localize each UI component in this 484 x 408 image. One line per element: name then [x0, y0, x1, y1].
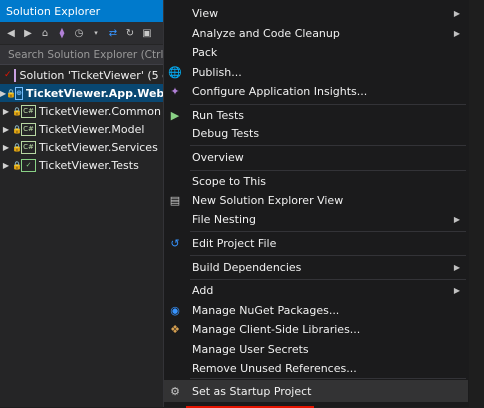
tree-row-project[interactable]: ▶ 🔒 C# TicketViewer.Services — [0, 138, 163, 156]
solution-icon — [13, 68, 16, 82]
solution-tree: ✓ Solution 'TicketViewer' (5 of 5 projec… — [0, 66, 235, 174]
globe-icon: 🌐 — [168, 65, 182, 79]
menu-item-label: Scope to This — [192, 174, 267, 188]
submenu-arrow-icon: ▶ — [453, 8, 460, 18]
menu-item-manage-client-side-libraries[interactable]: ❖ Manage Client-Side Libraries... — [164, 318, 468, 340]
menu-item-label: Manage NuGet Packages... — [192, 303, 340, 317]
submenu-arrow-icon: ▶ — [453, 214, 460, 224]
expand-arrow-icon[interactable]: ▶ — [0, 125, 12, 134]
menu-item-debug-tests[interactable]: Debug Tests — [164, 122, 468, 144]
test-project-icon: ✓ — [21, 158, 36, 172]
web-project-icon: ⊕ — [15, 86, 24, 100]
menu-item-label: Overview — [192, 150, 244, 164]
menu-item-set-as-startup-project[interactable]: ⚙ Set as Startup Project — [164, 380, 468, 402]
insights-icon: ✦ — [170, 84, 180, 98]
tree-row-solution[interactable]: ✓ Solution 'TicketViewer' (5 of 5 projec… — [0, 66, 235, 84]
solution-explorer-title: Solution Explorer — [0, 0, 163, 22]
lock-icon: 🔒 — [12, 142, 22, 152]
menu-item-application-insights[interactable]: ✦ Configure Application Insights... — [164, 80, 468, 102]
menu-item-label: Edit Project File — [192, 236, 277, 250]
menu-item-add[interactable]: Add ▶ — [164, 279, 468, 301]
project-label: TicketViewer.Tests — [39, 158, 139, 172]
submenu-arrow-icon: ▶ — [453, 28, 460, 38]
menu-item-edit-project-file[interactable]: ↺ Edit Project File — [164, 232, 468, 254]
lock-icon: 🔒 — [6, 88, 17, 98]
menu-item-remove-unused-references[interactable]: Remove Unused References... — [164, 357, 468, 379]
menu-item-label: Manage Client-Side Libraries... — [192, 322, 361, 336]
csharp-project-icon: C# — [21, 104, 36, 118]
history-icon[interactable]: ◷ — [72, 26, 86, 40]
menu-item-build-dependencies[interactable]: Build Dependencies ▶ — [164, 256, 468, 278]
refresh-icon[interactable]: ↻ — [123, 26, 137, 40]
menu-item-label: Configure Application Insights... — [192, 84, 368, 98]
tree-row-project[interactable]: ▶ 🔒 ✓ TicketViewer.Tests — [0, 156, 163, 174]
expand-arrow-icon[interactable]: ▶ — [0, 143, 12, 152]
menu-item-label: Set as Startup Project — [192, 384, 312, 398]
vs-icon[interactable]: ⧫ — [55, 26, 69, 40]
submenu-arrow-icon: ▶ — [453, 262, 460, 272]
dropdown-icon[interactable]: ▾ — [89, 26, 103, 40]
menu-item-pack[interactable]: Pack — [164, 41, 468, 63]
solution-explorer-toolbar: ◀ ▶ ⌂ ⧫ ◷ ▾ ⇄ ↻ ▣ — [0, 22, 163, 44]
csharp-project-icon: C# — [21, 122, 36, 136]
nuget-icon: ◉ — [170, 303, 180, 317]
tree-row-project[interactable]: ▶ 🔒 C# TicketViewer.Model — [0, 120, 163, 138]
menu-item-overview[interactable]: Overview — [164, 146, 468, 168]
menu-item-label: Debug Tests — [192, 126, 260, 140]
menu-item-label: Add — [192, 283, 214, 297]
menu-separator — [190, 378, 466, 379]
menu-item-label: File Nesting — [192, 212, 256, 226]
sync-icon[interactable]: ⇄ — [106, 26, 120, 40]
lock-icon: 🔒 — [12, 124, 22, 134]
project-label: TicketViewer.Model — [39, 122, 145, 136]
solution-explorer-panel: Solution Explorer ◀ ▶ ⌂ ⧫ ◷ ▾ ⇄ ↻ ▣ Sear… — [0, 0, 235, 407]
menu-item-label: Run Tests — [192, 108, 244, 122]
menu-item-label: Publish... — [192, 65, 242, 79]
menu-item-label: Manage User Secrets — [192, 342, 309, 356]
menu-item-file-nesting[interactable]: File Nesting ▶ — [164, 208, 468, 230]
lock-icon: 🔒 — [12, 160, 22, 170]
home-icon[interactable]: ⌂ — [38, 26, 52, 40]
project-label: TicketViewer.Services — [39, 140, 158, 154]
project-label: TicketViewer.App.Web — [26, 86, 165, 100]
collapse-icon[interactable]: ▣ — [140, 26, 154, 40]
editor-background — [469, 0, 484, 407]
menu-item-label: New Solution Explorer View — [192, 193, 344, 207]
submenu-arrow-icon: ▶ — [453, 285, 460, 295]
menu-item-label: Pack — [192, 45, 218, 59]
forward-icon[interactable]: ▶ — [21, 26, 35, 40]
project-label: TicketViewer.Common — [39, 104, 161, 118]
expand-arrow-icon[interactable]: ▶ — [0, 107, 12, 116]
refresh-arrow-icon: ↺ — [170, 236, 180, 250]
tree-row-project[interactable]: ▶ 🔒 C# TicketViewer.Common — [0, 102, 163, 120]
search-input[interactable]: Search Solution Explorer (Ctrl+;) — [0, 45, 163, 65]
menu-item-label: Build Dependencies — [192, 260, 302, 274]
check-icon: ✓ — [4, 70, 12, 80]
back-icon[interactable]: ◀ — [4, 26, 18, 40]
tree-row-project[interactable]: ▶ 🔒 ⊕ TicketViewer.App.Web — [0, 84, 165, 102]
menu-item-view[interactable]: View ▶ — [164, 2, 468, 24]
lock-icon: 🔒 — [12, 106, 22, 116]
menu-item-label: View — [192, 6, 219, 20]
csharp-project-icon: C# — [21, 140, 36, 154]
menu-item-label: Analyze and Code Cleanup — [192, 26, 340, 40]
menu-item-label: Remove Unused References... — [192, 361, 357, 375]
gear-icon: ⚙ — [170, 384, 180, 398]
new-view-icon: ▤ — [169, 193, 181, 207]
expand-arrow-icon[interactable]: ▶ — [0, 161, 12, 170]
context-menu: View ▶ Analyze and Code Cleanup ▶ Pack 🌐… — [163, 0, 471, 408]
run-tests-icon: ▶ — [170, 108, 180, 122]
libraries-icon: ❖ — [170, 322, 180, 336]
